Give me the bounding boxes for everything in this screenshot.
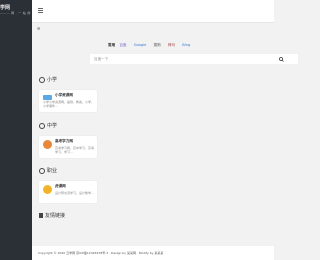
logo-subtitle: ——— 网 · 一 站 搜 bbox=[0, 11, 31, 15]
sidebar: 学网 ——— 网 · 一 站 搜 bbox=[0, 0, 32, 260]
logo-title[interactable]: 学网 bbox=[0, 4, 10, 11]
section-title: 中学 bbox=[47, 123, 58, 129]
search-icon bbox=[278, 56, 284, 62]
friend-links-title: 友情链接 bbox=[45, 213, 66, 219]
section-primary-school: 小学 bbox=[39, 76, 57, 83]
search-group-label[interactable]: 常用 bbox=[108, 43, 115, 47]
site-card-title: 小学资源网 bbox=[55, 93, 73, 97]
footer-copyright: Copyright © 2020 云学网 京ICP备12345678号-3 · … bbox=[38, 251, 164, 255]
mail-icon: ✉ bbox=[37, 26, 41, 31]
engine-tab-bing[interactable]: Bing bbox=[182, 43, 190, 47]
site-logo-icon bbox=[43, 140, 52, 149]
footer: Copyright © 2020 云学网 京ICP备12345678号-3 · … bbox=[32, 246, 274, 260]
site-card-desc: 高考学习网，高中学习，高考学习，学习... bbox=[55, 146, 95, 154]
search-panel: 常用 百度 Google 搜狗 神马 Bing 百度一下 bbox=[87, 42, 299, 86]
circle-icon bbox=[39, 76, 45, 83]
section-title: 职业 bbox=[47, 168, 58, 174]
hamburger-menu-icon[interactable] bbox=[38, 8, 43, 13]
main-content: ✉ 常用 百度 Google 搜狗 神马 Bing 百度一下 小学 小学资源网 … bbox=[32, 22, 299, 260]
site-card[interactable]: 小学资源网 小学小学资源网，提供，教案，小学，小学课件... bbox=[39, 90, 97, 112]
site-card-desc: 小学小学资源网，提供，教案，小学，小学课件... bbox=[43, 100, 95, 108]
site-card[interactable]: 高考学力网 高考学习网，高中学习，高考学习，学习... bbox=[39, 136, 97, 158]
engine-tab-baidu[interactable]: 百度 bbox=[119, 43, 126, 47]
search-button[interactable] bbox=[264, 54, 298, 64]
site-card[interactable]: 虎课网 设计师交流学习，设计教学... bbox=[39, 181, 97, 203]
engine-tab-sogou[interactable]: 搜狗 bbox=[154, 43, 161, 47]
site-card-title: 高考学力网 bbox=[55, 139, 73, 143]
site-card-title: 虎课网 bbox=[55, 184, 66, 188]
search-engine-tabs: 常用 百度 Google 搜狗 神马 Bing bbox=[108, 43, 196, 48]
engine-tab-google[interactable]: Google bbox=[134, 43, 147, 47]
search-input[interactable]: 百度一下 bbox=[90, 54, 264, 64]
circle-icon bbox=[39, 122, 45, 129]
engine-tab-shenma[interactable]: 神马 bbox=[168, 43, 175, 47]
top-bar bbox=[32, 0, 274, 23]
section-vocational: 职业 bbox=[39, 167, 57, 174]
section-middle-school: 中学 bbox=[39, 122, 57, 129]
friend-links-heading: 友情链接 bbox=[39, 212, 65, 219]
site-card-desc: 设计师交流学习，设计教学... bbox=[55, 191, 94, 195]
circle-icon bbox=[39, 167, 45, 174]
section-title: 小学 bbox=[47, 77, 58, 83]
bookmark-icon bbox=[39, 213, 43, 218]
site-logo-icon bbox=[43, 185, 52, 194]
